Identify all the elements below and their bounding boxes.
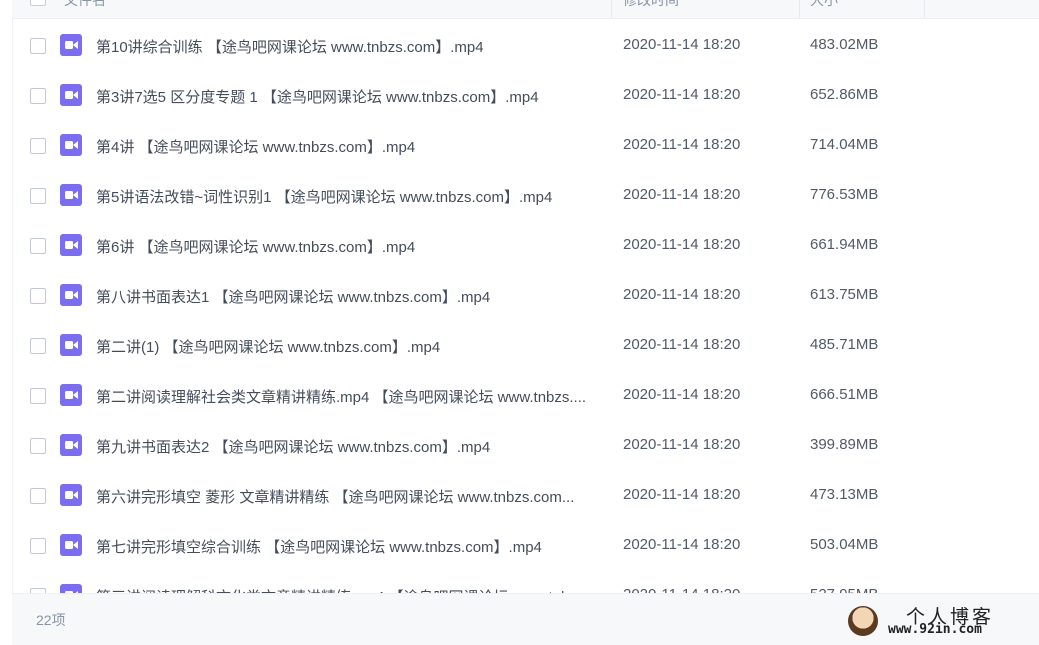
row-checkbox[interactable] (30, 488, 46, 504)
file-size: 483.02MB (810, 36, 879, 53)
file-modified-date: 2020-11-14 18:20 (623, 336, 741, 353)
file-size: 714.04MB (810, 136, 879, 153)
file-name[interactable]: 第二讲(1) 【途鸟吧网课论坛 www.tnbzs.com】.mp4 (96, 336, 606, 357)
select-all-checkbox[interactable] (30, 0, 46, 6)
avatar-icon (848, 606, 878, 636)
column-header-name[interactable]: 文件名 (64, 0, 106, 18)
video-file-icon (60, 584, 82, 593)
row-checkbox[interactable] (30, 88, 46, 104)
file-modified-date: 2020-11-14 18:20 (623, 186, 741, 203)
column-divider (924, 0, 925, 18)
file-modified-date: 2020-11-14 18:20 (623, 436, 741, 453)
file-row[interactable]: 第二讲(1) 【途鸟吧网课论坛 www.tnbzs.com】.mp4 2020-1… (12, 321, 1039, 371)
row-checkbox[interactable] (30, 188, 46, 204)
file-size: 527.95MB (810, 586, 878, 593)
file-name[interactable]: 第九讲书面表达2 【途鸟吧网课论坛 www.tnbzs.com】.mp4 (96, 436, 606, 457)
file-modified-date: 2020-11-14 18:20 (623, 486, 741, 503)
row-checkbox[interactable] (30, 138, 46, 154)
file-modified-date: 2020-11-14 18:20 (623, 586, 740, 593)
file-row[interactable]: 第三讲阅读理解科文化类文章精讲精练.mp4 【途鸟吧网课论坛 www.tnb..… (12, 571, 1039, 593)
row-checkbox[interactable] (30, 288, 46, 304)
file-modified-date: 2020-11-14 18:20 (623, 86, 741, 103)
video-file-icon (60, 484, 82, 506)
item-count: 22项 (36, 612, 66, 628)
row-checkbox[interactable] (30, 38, 46, 54)
video-file-icon (60, 434, 82, 456)
file-row[interactable]: 第4讲 【途鸟吧网课论坛 www.tnbzs.com】.mp4 2020-11-1… (12, 121, 1039, 171)
video-file-icon (60, 384, 82, 406)
column-divider (799, 0, 800, 18)
file-row[interactable]: 第5讲语法改错~词性识别1 【途鸟吧网课论坛 www.tnbzs.com】.mp… (12, 171, 1039, 221)
file-size: 503.04MB (810, 536, 879, 553)
file-modified-date: 2020-11-14 18:20 (623, 236, 741, 253)
file-row[interactable]: 第10讲综合训练 【途鸟吧网课论坛 www.tnbzs.com】.mp4 2020… (12, 21, 1039, 71)
file-name[interactable]: 第七讲完形填空综合训练 【途鸟吧网课论坛 www.tnbzs.com】.mp4 (96, 536, 606, 557)
file-row[interactable]: 第3讲7选5 区分度专题 1 【途鸟吧网课论坛 www.tnbzs.com】.m… (12, 71, 1039, 121)
video-file-icon (60, 234, 82, 256)
watermark-logo: 个人博客 www.92in.com (848, 600, 1034, 640)
video-file-icon (60, 534, 82, 556)
sort-arrow-icon[interactable]: ↑ (602, 0, 608, 2)
file-size: 666.51MB (810, 386, 879, 403)
file-list-header: 文件名 ↑ 修改时间 大小 (12, 0, 1039, 19)
column-header-size[interactable]: 大小 (810, 0, 838, 18)
column-divider (611, 0, 612, 18)
video-file-icon (60, 284, 82, 306)
row-checkbox[interactable] (30, 388, 46, 404)
file-name[interactable]: 第八讲书面表达1 【途鸟吧网课论坛 www.tnbzs.com】.mp4 (96, 286, 606, 307)
file-row[interactable]: 第八讲书面表达1 【途鸟吧网课论坛 www.tnbzs.com】.mp4 2020… (12, 271, 1039, 321)
row-checkbox[interactable] (30, 438, 46, 454)
file-size: 661.94MB (810, 236, 879, 253)
file-size: 485.71MB (810, 336, 879, 353)
video-file-icon (60, 134, 82, 156)
file-modified-date: 2020-11-14 18:20 (623, 286, 741, 303)
file-modified-date: 2020-11-14 18:20 (623, 386, 741, 403)
file-name[interactable]: 第4讲 【途鸟吧网课论坛 www.tnbzs.com】.mp4 (96, 136, 606, 157)
file-row[interactable]: 第九讲书面表达2 【途鸟吧网课论坛 www.tnbzs.com】.mp4 2020… (12, 421, 1039, 471)
file-size: 652.86MB (810, 86, 879, 103)
row-checkbox[interactable] (30, 238, 46, 254)
file-size: 776.53MB (810, 186, 879, 203)
file-modified-date: 2020-11-14 18:20 (623, 136, 741, 153)
video-file-icon (60, 184, 82, 206)
file-name[interactable]: 第3讲7选5 区分度专题 1 【途鸟吧网课论坛 www.tnbzs.com】.m… (96, 86, 606, 107)
watermark-url: www.92in.com (888, 622, 982, 637)
row-checkbox[interactable] (30, 338, 46, 354)
column-header-date[interactable]: 修改时间 (623, 0, 679, 18)
file-row[interactable]: 第七讲完形填空综合训练 【途鸟吧网课论坛 www.tnbzs.com】.mp4 2… (12, 521, 1039, 571)
file-name[interactable]: 第10讲综合训练 【途鸟吧网课论坛 www.tnbzs.com】.mp4 (96, 36, 606, 57)
row-checkbox[interactable] (30, 538, 46, 554)
file-modified-date: 2020-11-14 18:20 (623, 36, 741, 53)
video-file-icon (60, 84, 82, 106)
video-file-icon (60, 334, 82, 356)
file-list: 第10讲综合训练 【途鸟吧网课论坛 www.tnbzs.com】.mp4 2020… (12, 21, 1039, 593)
file-row[interactable]: 第二讲阅读理解社会类文章精讲精练.mp4 【途鸟吧网课论坛 www.tnbzs.… (12, 371, 1039, 421)
file-size: 613.75MB (810, 286, 879, 303)
file-name[interactable]: 第二讲阅读理解社会类文章精讲精练.mp4 【途鸟吧网课论坛 www.tnbzs.… (96, 386, 606, 407)
file-name[interactable]: 第6讲 【途鸟吧网课论坛 www.tnbzs.com】.mp4 (96, 236, 606, 257)
file-name[interactable]: 第六讲完形填空 菱形 文章精讲精练 【途鸟吧网课论坛 www.tnbzs.com… (96, 486, 606, 507)
file-modified-date: 2020-11-14 18:20 (623, 536, 741, 553)
file-name[interactable]: 第三讲阅读理解科文化类文章精讲精练.mp4 【途鸟吧网课论坛 www.tnb..… (96, 586, 606, 593)
file-row[interactable]: 第6讲 【途鸟吧网课论坛 www.tnbzs.com】.mp4 2020-11-1… (12, 221, 1039, 271)
file-size: 399.89MB (810, 436, 879, 453)
video-file-icon (60, 34, 82, 56)
file-size: 473.13MB (810, 486, 879, 503)
file-name[interactable]: 第5讲语法改错~词性识别1 【途鸟吧网课论坛 www.tnbzs.com】.mp… (96, 186, 606, 207)
file-row[interactable]: 第六讲完形填空 菱形 文章精讲精练 【途鸟吧网课论坛 www.tnbzs.com… (12, 471, 1039, 521)
